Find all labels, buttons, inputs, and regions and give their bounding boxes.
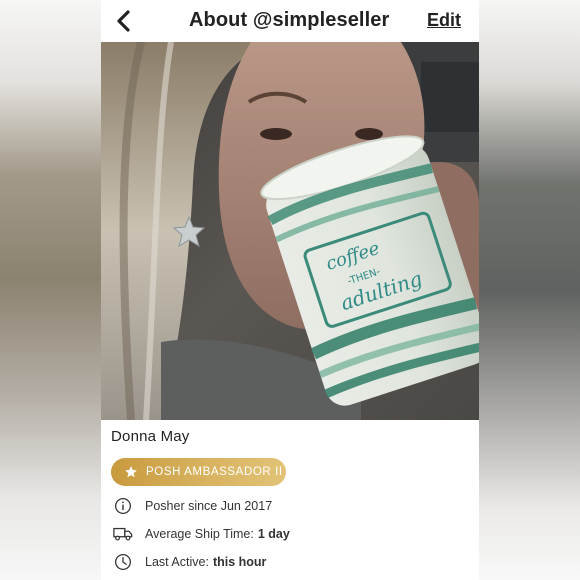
star-icon <box>125 466 137 478</box>
last-active-label: Last Active: <box>145 555 209 569</box>
chevron-left-icon <box>117 10 130 32</box>
ship-time-value: 1 day <box>257 527 290 541</box>
posher-since-row: Posher since Jun 2017 <box>113 495 272 517</box>
back-button[interactable] <box>111 8 135 34</box>
truck-icon <box>113 524 133 544</box>
page-title: About @simpleseller <box>189 9 390 31</box>
profile-name: Donna May <box>111 428 190 445</box>
backdrop-right <box>479 0 580 580</box>
edit-button[interactable]: Edit <box>427 10 461 31</box>
badge-label: POSH AMBASSADOR II <box>146 466 283 478</box>
posher-since-text: Posher since Jun 2017 <box>145 499 273 513</box>
profile-photo: coffee -THEN- adulting <box>101 42 479 420</box>
ship-time-row: Average Ship Time: 1 day <box>113 523 290 545</box>
clock-icon <box>113 552 133 572</box>
ship-time-label: Average Ship Time: <box>145 527 254 541</box>
info-icon <box>113 496 133 516</box>
ambassador-badge[interactable]: POSH AMBASSADOR II <box>111 458 286 486</box>
profile-photo-image: coffee -THEN- adulting <box>101 42 479 420</box>
last-active-row: Last Active: this hour <box>113 551 266 573</box>
last-active-value: this hour <box>212 555 267 569</box>
profile-screen: About @simpleseller Edit coffee -THEN- a… <box>101 0 479 580</box>
backdrop-left <box>0 0 101 580</box>
top-navigation-bar: About @simpleseller Edit <box>101 0 479 42</box>
